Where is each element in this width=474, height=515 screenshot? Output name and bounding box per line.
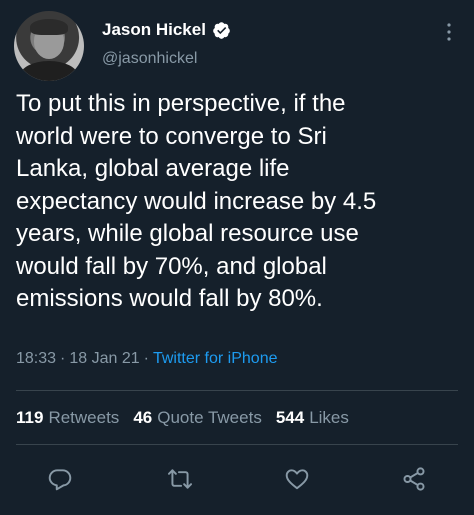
tweet-actions-bar [0, 462, 474, 498]
quote-tweets-stat[interactable]: 46 Quote Tweets [133, 408, 262, 428]
verified-badge-icon [212, 21, 231, 40]
author-name-row[interactable]: Jason Hickel [102, 20, 231, 40]
share-icon[interactable] [401, 466, 427, 492]
more-options-icon[interactable] [446, 22, 452, 42]
author-handle[interactable]: @jasonhickel [102, 50, 197, 68]
avatar-body [20, 61, 78, 81]
meta-separator: · [143, 350, 149, 367]
likes-label: Likes [309, 408, 349, 427]
tweet-source-link[interactable]: Twitter for iPhone [153, 350, 278, 368]
like-icon[interactable] [284, 466, 310, 492]
avatar[interactable] [14, 11, 84, 81]
tweet-time[interactable]: 18:33 [16, 350, 56, 368]
engagement-stats: 119 Retweets 46 Quote Tweets 544 Likes [16, 408, 349, 428]
quote-tweets-label: Quote Tweets [157, 408, 262, 427]
divider [16, 444, 458, 445]
quote-tweets-count: 46 [133, 408, 153, 427]
retweets-count: 119 [16, 408, 44, 427]
tweet-detail: Jason Hickel @jasonhickel To put this in… [0, 0, 474, 515]
tweet-date[interactable]: 18 Jan 21 [69, 350, 139, 368]
likes-stat[interactable]: 544 Likes [276, 408, 349, 428]
likes-count: 544 [275, 408, 305, 427]
retweets-stat[interactable]: 119 Retweets [16, 408, 119, 428]
reply-icon[interactable] [47, 466, 73, 492]
tweet-meta: 18:33 · 18 Jan 21 · Twitter for iPhone [16, 350, 277, 368]
retweet-icon[interactable] [167, 466, 193, 492]
author-name[interactable]: Jason Hickel [102, 20, 206, 40]
divider [16, 390, 458, 391]
retweets-label: Retweets [48, 408, 120, 427]
avatar-hair [30, 19, 68, 35]
tweet-text: To put this in perspective, if the world… [16, 90, 377, 312]
meta-separator: · [60, 350, 66, 367]
